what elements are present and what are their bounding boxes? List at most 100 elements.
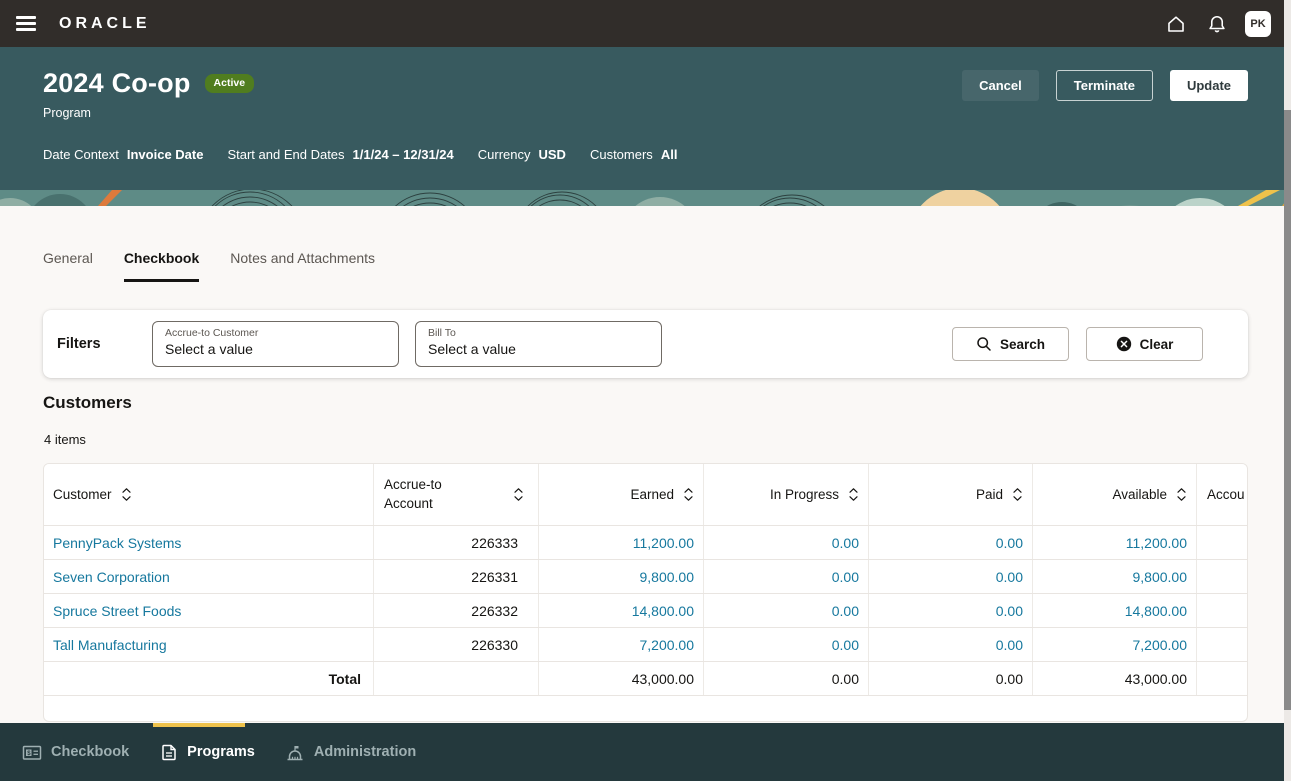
total-account-cell (374, 662, 539, 695)
available-cell[interactable]: 14,800.00 (1033, 594, 1197, 627)
column-header-earned[interactable]: Earned (539, 464, 704, 525)
customer-link[interactable]: PennyPack Systems (44, 526, 374, 559)
table-row: Tall Manufacturing 226330 7,200.00 0.00 … (44, 628, 1247, 662)
meta-value: 1/1/24 – 12/31/24 (353, 147, 454, 162)
in-progress-cell[interactable]: 0.00 (704, 560, 869, 593)
meta-label: Currency (478, 147, 531, 162)
paid-cell[interactable]: 0.00 (869, 526, 1033, 559)
vertical-scrollbar-thumb[interactable] (1284, 110, 1291, 710)
clear-button-label: Clear (1140, 337, 1174, 352)
total-paid-cell: 0.00 (869, 662, 1033, 695)
top-app-bar: ORACLE PK (0, 0, 1291, 47)
home-icon[interactable] (1163, 11, 1189, 37)
tab-general[interactable]: General (43, 250, 93, 282)
column-label: Customer (53, 487, 112, 502)
tab-checkbook[interactable]: Checkbook (124, 250, 199, 282)
table-total-row: Total 43,000.00 0.00 0.00 43,000.00 (44, 662, 1247, 696)
search-button-label: Search (1000, 337, 1045, 352)
total-in-progress-cell: 0.00 (704, 662, 869, 695)
programs-document-icon (159, 743, 178, 762)
nav-item-label: Checkbook (51, 744, 129, 760)
decorative-leaf-pattern (0, 190, 1291, 206)
notifications-bell-icon[interactable] (1204, 11, 1230, 37)
terminate-button[interactable]: Terminate (1056, 70, 1153, 101)
sort-icon (1176, 486, 1187, 503)
user-avatar[interactable]: PK (1245, 11, 1271, 37)
account-extra-cell (1197, 594, 1247, 627)
account-extra-cell (1197, 526, 1247, 559)
meta-label: Customers (590, 147, 653, 162)
items-count: 4 items (44, 432, 86, 447)
clear-button[interactable]: Clear (1086, 327, 1203, 361)
table-row: Spruce Street Foods 226332 14,800.00 0.0… (44, 594, 1247, 628)
paid-cell[interactable]: 0.00 (869, 628, 1033, 661)
meta-value: USD (539, 147, 566, 162)
paid-cell[interactable]: 0.00 (869, 594, 1033, 627)
in-progress-cell[interactable]: 0.00 (704, 628, 869, 661)
administration-building-icon (285, 743, 305, 762)
customer-link[interactable]: Tall Manufacturing (44, 628, 374, 661)
in-progress-cell[interactable]: 0.00 (704, 594, 869, 627)
earned-cell[interactable]: 14,800.00 (539, 594, 704, 627)
nav-item-label: Administration (314, 744, 416, 760)
in-progress-cell[interactable]: 0.00 (704, 526, 869, 559)
column-header-available[interactable]: Available (1033, 464, 1197, 525)
total-label: Total (44, 662, 374, 695)
available-cell[interactable]: 11,200.00 (1033, 526, 1197, 559)
clear-circle-x-icon (1116, 336, 1132, 352)
sort-icon (121, 486, 132, 503)
column-header-in-progress[interactable]: In Progress (704, 464, 869, 525)
sort-icon (848, 486, 859, 503)
customer-link[interactable]: Seven Corporation (44, 560, 374, 593)
update-button[interactable]: Update (1170, 70, 1248, 101)
nav-item-checkbook[interactable]: $ Checkbook (22, 743, 129, 762)
table-row: PennyPack Systems 226333 11,200.00 0.00 … (44, 526, 1247, 560)
nav-item-administration[interactable]: Administration (285, 743, 416, 762)
customers-table: Customer Accrue-to Account Earned In Pro… (43, 463, 1248, 722)
tab-notes-and-attachments[interactable]: Notes and Attachments (230, 250, 375, 282)
account-cell: 226331 (374, 560, 539, 593)
meta-label: Date Context (43, 147, 119, 162)
table-row: Seven Corporation 226331 9,800.00 0.00 0… (44, 560, 1247, 594)
accrue-to-customer-placeholder: Select a value (165, 341, 386, 357)
earned-cell[interactable]: 9,800.00 (539, 560, 704, 593)
bottom-navigation: $ Checkbook Programs (0, 723, 1291, 781)
customer-link[interactable]: Spruce Street Foods (44, 594, 374, 627)
column-label: Available (1112, 487, 1167, 502)
column-label: Accrue-to Account (384, 476, 468, 512)
program-header: 2024 Co-op Active Program Cancel Termina… (0, 47, 1291, 206)
account-cell: 226330 (374, 628, 539, 661)
search-button[interactable]: Search (952, 327, 1069, 361)
column-header-paid[interactable]: Paid (869, 464, 1033, 525)
active-nav-indicator (153, 723, 245, 727)
account-extra-cell (1197, 560, 1247, 593)
column-label: Earned (630, 487, 674, 502)
page-subtitle: Program (43, 106, 91, 120)
total-extra-cell (1197, 662, 1247, 695)
paid-cell[interactable]: 0.00 (869, 560, 1033, 593)
column-header-account-truncated[interactable]: Accou (1197, 464, 1247, 525)
accrue-to-customer-field[interactable]: Accrue-to Customer Select a value (152, 321, 399, 367)
hamburger-menu-icon[interactable] (16, 16, 36, 31)
cancel-button[interactable]: Cancel (962, 70, 1039, 101)
column-header-customer[interactable]: Customer (44, 464, 374, 525)
total-available-cell: 43,000.00 (1033, 662, 1197, 695)
available-cell[interactable]: 9,800.00 (1033, 560, 1197, 593)
meta-value: Invoice Date (127, 147, 204, 162)
available-cell[interactable]: 7,200.00 (1033, 628, 1197, 661)
customers-heading: Customers (43, 393, 132, 413)
detail-tabs: General Checkbook Notes and Attachments (43, 250, 375, 282)
column-label: In Progress (770, 487, 839, 502)
sort-icon (683, 486, 694, 503)
nav-item-programs[interactable]: Programs (159, 743, 255, 762)
bill-to-label: Bill To (428, 327, 649, 339)
earned-cell[interactable]: 7,200.00 (539, 628, 704, 661)
earned-cell[interactable]: 11,200.00 (539, 526, 704, 559)
page-title: 2024 Co-op (43, 68, 191, 99)
sort-icon (1012, 486, 1023, 503)
column-header-accrue-to-account[interactable]: Accrue-to Account (374, 464, 539, 525)
bill-to-field[interactable]: Bill To Select a value (415, 321, 662, 367)
bill-to-placeholder: Select a value (428, 341, 649, 357)
filters-title: Filters (57, 336, 152, 352)
nav-item-label: Programs (187, 744, 255, 760)
